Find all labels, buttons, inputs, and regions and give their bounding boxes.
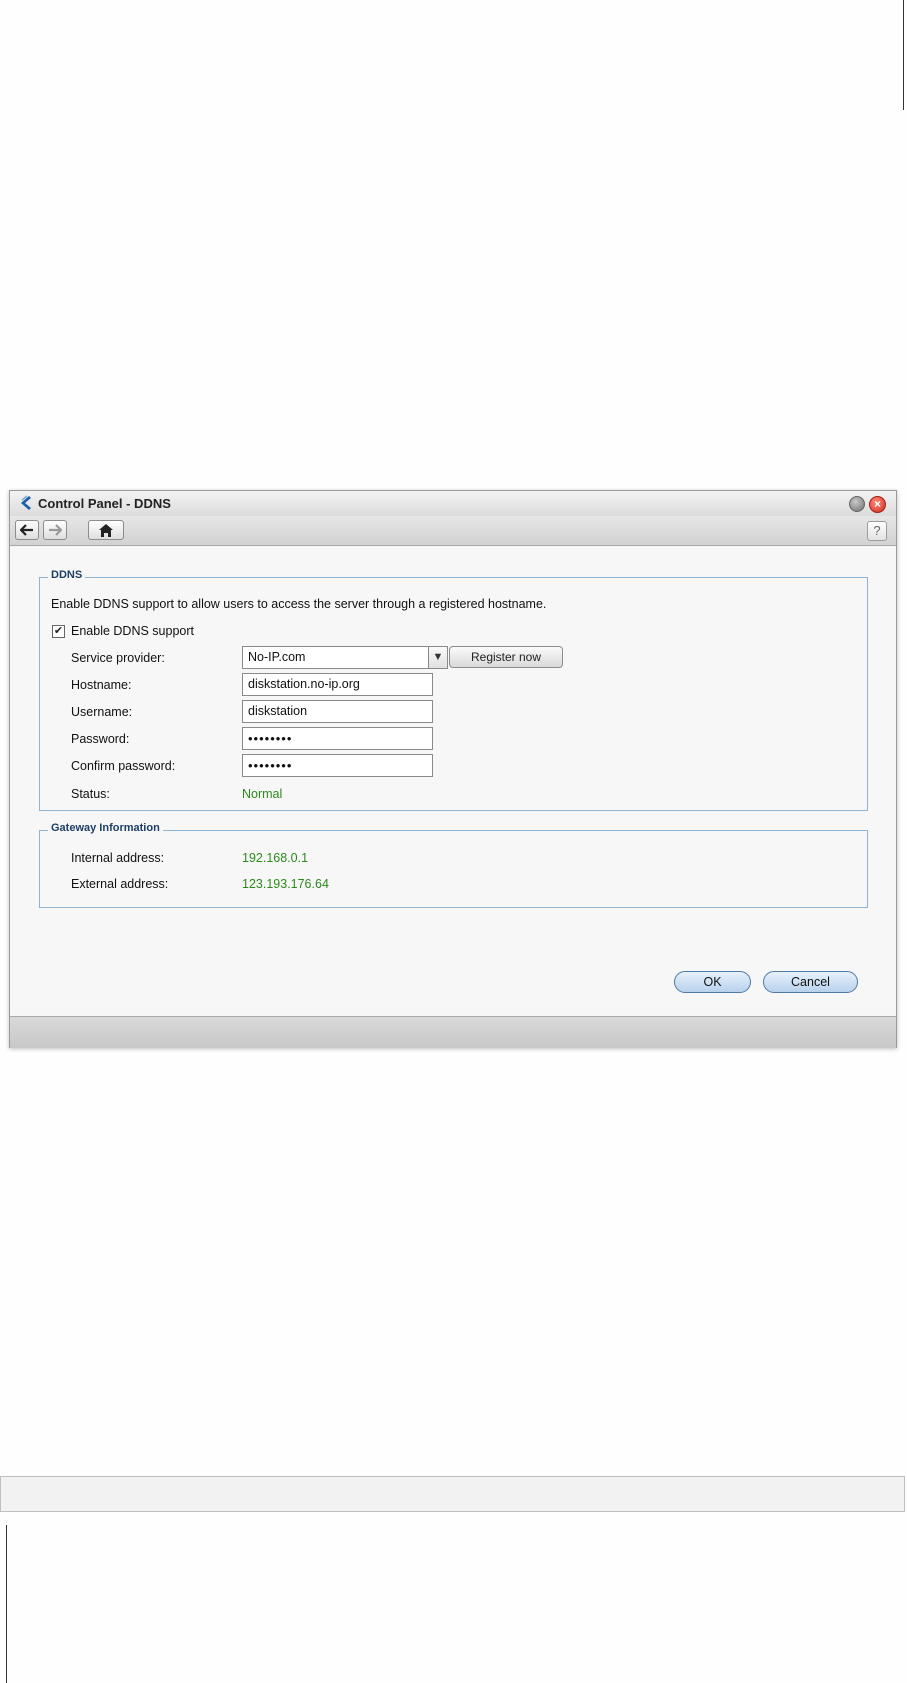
username-input[interactable]: diskstation — [242, 700, 433, 723]
page-footer-bar — [0, 1476, 905, 1512]
gateway-fieldset: Gateway Information Internal address: 19… — [39, 822, 868, 908]
window-statusbar — [10, 1016, 896, 1048]
internal-address-label: Internal address: — [71, 851, 165, 865]
password-input[interactable]: •••••••• — [242, 727, 433, 750]
help-button[interactable]: ? — [867, 521, 887, 541]
external-address-value: 123.193.176.64 — [242, 877, 329, 891]
internal-address-value: 192.168.0.1 — [242, 851, 309, 865]
forward-button[interactable] — [43, 520, 67, 540]
confirm-password-input[interactable]: •••••••• — [242, 754, 433, 777]
status-label: Status: — [71, 787, 110, 801]
window-titlebar[interactable]: Control Panel - DDNS × — [10, 491, 896, 516]
back-arrow-icon — [19, 524, 33, 536]
hostname-label: Hostname: — [71, 678, 132, 692]
chevron-down-icon[interactable]: ▼ — [428, 647, 447, 668]
enable-ddns-checkbox[interactable]: ✔ — [52, 625, 65, 638]
page-divider-line-top — [903, 0, 904, 110]
register-now-button[interactable]: Register now — [449, 646, 563, 668]
close-icon[interactable]: × — [869, 496, 886, 513]
service-provider-value: No-IP.com — [248, 650, 306, 664]
service-provider-label: Service provider: — [71, 651, 165, 665]
minimize-icon[interactable] — [849, 496, 865, 512]
confirm-password-label: Confirm password: — [71, 759, 176, 773]
enable-ddns-label: Enable DDNS support — [71, 624, 194, 638]
external-address-label: External address: — [71, 877, 169, 891]
gateway-legend: Gateway Information — [48, 822, 163, 834]
control-panel-window: Control Panel - DDNS × ? DDNS Enable DDN… — [9, 490, 897, 1048]
service-provider-select[interactable]: No-IP.com ▼ — [242, 646, 448, 669]
ddns-legend: DDNS — [48, 569, 86, 581]
cancel-button[interactable]: Cancel — [763, 971, 858, 993]
window-title: Control Panel - DDNS — [38, 496, 171, 511]
dialog-content: DDNS Enable DDNS support to allow users … — [10, 546, 896, 1006]
home-button[interactable] — [88, 520, 124, 540]
hostname-input[interactable]: diskstation.no-ip.org — [242, 673, 433, 696]
forward-arrow-icon — [49, 524, 63, 536]
username-label: Username: — [71, 705, 133, 719]
home-icon — [99, 524, 113, 537]
ok-button[interactable]: OK — [674, 971, 751, 993]
status-value: Normal — [242, 787, 283, 801]
toolbar: ? — [10, 516, 896, 546]
ddns-description: Enable DDNS support to allow users to ac… — [51, 597, 547, 611]
app-logo-icon — [21, 495, 31, 510]
ddns-fieldset: DDNS Enable DDNS support to allow users … — [39, 569, 868, 811]
back-button[interactable] — [15, 520, 39, 540]
page-divider-line-bottom — [6, 1525, 7, 1683]
password-label: Password: — [71, 732, 130, 746]
